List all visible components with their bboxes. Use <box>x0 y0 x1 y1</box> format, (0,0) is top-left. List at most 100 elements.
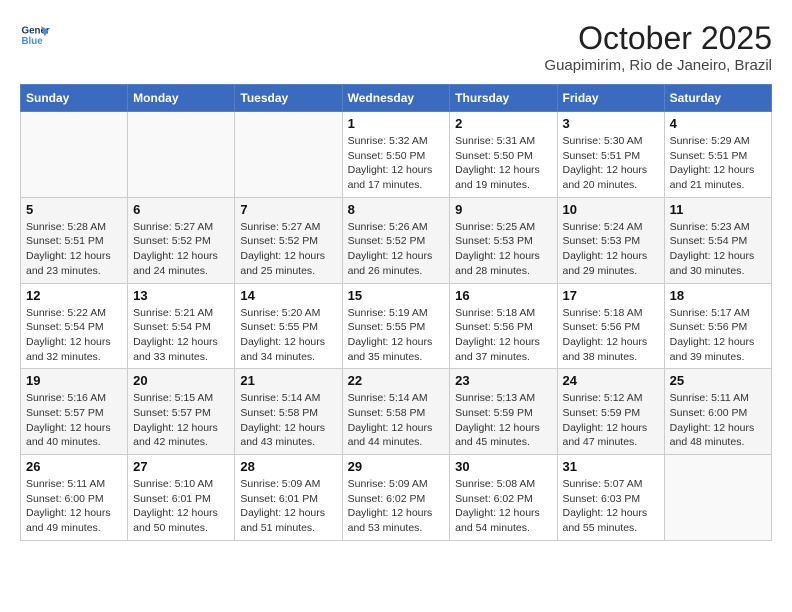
calendar-cell: 11 Sunrise: 5:23 AM Sunset: 5:54 PM Dayli… <box>664 197 771 283</box>
calendar-cell: 1Sunrise: 5:32 AM Sunset: 5:50 PM Daylig… <box>342 112 450 198</box>
day-info: Sunrise: 5:25 AM Sunset: 5:53 PM Dayligh… <box>455 220 551 279</box>
day-info: Sunrise: 5:31 AM Sunset: 5:50 PM Dayligh… <box>455 134 551 193</box>
calendar-week-row: 12 Sunrise: 5:22 AM Sunset: 5:54 PM Dayli… <box>21 283 772 369</box>
day-info: Sunrise: 5:23 AM Sunset: 5:54 PM Dayligh… <box>670 220 766 279</box>
day-info: Sunrise: 5:20 AM Sunset: 5:55 PM Dayligh… <box>240 306 336 365</box>
calendar-cell: 13 Sunrise: 5:21 AM Sunset: 5:54 PM Dayli… <box>128 283 235 369</box>
day-number: 5 <box>26 202 122 217</box>
calendar-cell: 20 Sunrise: 5:15 AM Sunset: 5:57 PM Dayli… <box>128 369 235 455</box>
day-number: 20 <box>133 373 229 388</box>
calendar-cell: 16 Sunrise: 5:18 AM Sunset: 5:56 PM Dayli… <box>450 283 557 369</box>
day-info: Sunrise: 5:13 AM Sunset: 5:59 PM Dayligh… <box>455 391 551 450</box>
day-number: 29 <box>348 459 445 474</box>
calendar-cell: 28Sunrise: 5:09 AM Sunset: 6:01 PM Dayli… <box>235 455 342 541</box>
weekday-header-thursday: Thursday <box>450 85 557 112</box>
day-number: 15 <box>348 288 445 303</box>
day-number: 14 <box>240 288 336 303</box>
day-number: 31 <box>563 459 659 474</box>
day-info: Sunrise: 5:22 AM Sunset: 5:54 PM Dayligh… <box>26 306 122 365</box>
day-info: Sunrise: 5:08 AM Sunset: 6:02 PM Dayligh… <box>455 477 551 536</box>
day-number: 24 <box>563 373 659 388</box>
day-info: Sunrise: 5:32 AM Sunset: 5:50 PM Dayligh… <box>348 134 445 193</box>
calendar-cell: 8 Sunrise: 5:26 AM Sunset: 5:52 PM Daylig… <box>342 197 450 283</box>
calendar-cell: 2 Sunrise: 5:31 AM Sunset: 5:50 PM Daylig… <box>450 112 557 198</box>
day-number: 16 <box>455 288 551 303</box>
day-info: Sunrise: 5:24 AM Sunset: 5:53 PM Dayligh… <box>563 220 659 279</box>
day-number: 4 <box>670 116 766 131</box>
calendar-cell: 31 Sunrise: 5:07 AM Sunset: 6:03 PM Dayli… <box>557 455 664 541</box>
day-number: 27 <box>133 459 229 474</box>
calendar-cell: 9 Sunrise: 5:25 AM Sunset: 5:53 PM Daylig… <box>450 197 557 283</box>
day-number: 22 <box>348 373 445 388</box>
day-number: 17 <box>563 288 659 303</box>
calendar-week-row: 1Sunrise: 5:32 AM Sunset: 5:50 PM Daylig… <box>21 112 772 198</box>
day-number: 30 <box>455 459 551 474</box>
day-number: 26 <box>26 459 122 474</box>
day-info: Sunrise: 5:12 AM Sunset: 5:59 PM Dayligh… <box>563 391 659 450</box>
calendar-week-row: 19 Sunrise: 5:16 AM Sunset: 5:57 PM Dayli… <box>21 369 772 455</box>
day-number: 6 <box>133 202 229 217</box>
svg-text:Blue: Blue <box>22 36 44 47</box>
day-info: Sunrise: 5:28 AM Sunset: 5:51 PM Dayligh… <box>26 220 122 279</box>
day-number: 8 <box>348 202 445 217</box>
calendar-cell: 3 Sunrise: 5:30 AM Sunset: 5:51 PM Daylig… <box>557 112 664 198</box>
location: Guapimirim, Rio de Janeiro, Brazil <box>544 57 772 74</box>
day-info: Sunrise: 5:14 AM Sunset: 5:58 PM Dayligh… <box>240 391 336 450</box>
day-number: 28 <box>240 459 336 474</box>
day-number: 9 <box>455 202 551 217</box>
day-number: 3 <box>563 116 659 131</box>
day-info: Sunrise: 5:10 AM Sunset: 6:01 PM Dayligh… <box>133 477 229 536</box>
day-number: 18 <box>670 288 766 303</box>
title-block: October 2025 Guapimirim, Rio de Janeiro,… <box>544 20 772 74</box>
month-title: October 2025 <box>544 20 772 57</box>
day-info: Sunrise: 5:16 AM Sunset: 5:57 PM Dayligh… <box>26 391 122 450</box>
day-info: Sunrise: 5:26 AM Sunset: 5:52 PM Dayligh… <box>348 220 445 279</box>
day-info: Sunrise: 5:11 AM Sunset: 6:00 PM Dayligh… <box>26 477 122 536</box>
calendar-cell: 22Sunrise: 5:14 AM Sunset: 5:58 PM Dayli… <box>342 369 450 455</box>
calendar-week-row: 26 Sunrise: 5:11 AM Sunset: 6:00 PM Dayli… <box>21 455 772 541</box>
day-number: 19 <box>26 373 122 388</box>
day-info: Sunrise: 5:11 AM Sunset: 6:00 PM Dayligh… <box>670 391 766 450</box>
day-info: Sunrise: 5:27 AM Sunset: 5:52 PM Dayligh… <box>133 220 229 279</box>
logo: General Blue <box>20 20 50 50</box>
calendar-cell: 25 Sunrise: 5:11 AM Sunset: 6:00 PM Dayli… <box>664 369 771 455</box>
calendar-cell <box>21 112 128 198</box>
weekday-header-tuesday: Tuesday <box>235 85 342 112</box>
day-number: 25 <box>670 373 766 388</box>
day-info: Sunrise: 5:15 AM Sunset: 5:57 PM Dayligh… <box>133 391 229 450</box>
calendar-cell: 5 Sunrise: 5:28 AM Sunset: 5:51 PM Daylig… <box>21 197 128 283</box>
calendar-cell: 27 Sunrise: 5:10 AM Sunset: 6:01 PM Dayli… <box>128 455 235 541</box>
page-header: General Blue October 2025 Guapimirim, Ri… <box>20 20 772 74</box>
weekday-header-sunday: Sunday <box>21 85 128 112</box>
calendar-cell <box>128 112 235 198</box>
calendar-cell: 18 Sunrise: 5:17 AM Sunset: 5:56 PM Dayli… <box>664 283 771 369</box>
day-info: Sunrise: 5:07 AM Sunset: 6:03 PM Dayligh… <box>563 477 659 536</box>
weekday-header-wednesday: Wednesday <box>342 85 450 112</box>
calendar-cell <box>664 455 771 541</box>
weekday-header-monday: Monday <box>128 85 235 112</box>
day-number: 11 <box>670 202 766 217</box>
day-number: 12 <box>26 288 122 303</box>
weekday-header-saturday: Saturday <box>664 85 771 112</box>
day-info: Sunrise: 5:17 AM Sunset: 5:56 PM Dayligh… <box>670 306 766 365</box>
calendar-cell: 4 Sunrise: 5:29 AM Sunset: 5:51 PM Daylig… <box>664 112 771 198</box>
calendar-cell: 15 Sunrise: 5:19 AM Sunset: 5:55 PM Dayli… <box>342 283 450 369</box>
logo-icon: General Blue <box>20 20 50 50</box>
calendar-table: SundayMondayTuesdayWednesdayThursdayFrid… <box>20 84 772 541</box>
calendar-cell: 26 Sunrise: 5:11 AM Sunset: 6:00 PM Dayli… <box>21 455 128 541</box>
weekday-header-row: SundayMondayTuesdayWednesdayThursdayFrid… <box>21 85 772 112</box>
day-info: Sunrise: 5:30 AM Sunset: 5:51 PM Dayligh… <box>563 134 659 193</box>
calendar-week-row: 5 Sunrise: 5:28 AM Sunset: 5:51 PM Daylig… <box>21 197 772 283</box>
day-info: Sunrise: 5:21 AM Sunset: 5:54 PM Dayligh… <box>133 306 229 365</box>
day-number: 13 <box>133 288 229 303</box>
day-number: 7 <box>240 202 336 217</box>
day-info: Sunrise: 5:18 AM Sunset: 5:56 PM Dayligh… <box>563 306 659 365</box>
day-info: Sunrise: 5:19 AM Sunset: 5:55 PM Dayligh… <box>348 306 445 365</box>
calendar-cell: 10Sunrise: 5:24 AM Sunset: 5:53 PM Dayli… <box>557 197 664 283</box>
day-info: Sunrise: 5:18 AM Sunset: 5:56 PM Dayligh… <box>455 306 551 365</box>
day-info: Sunrise: 5:29 AM Sunset: 5:51 PM Dayligh… <box>670 134 766 193</box>
day-info: Sunrise: 5:27 AM Sunset: 5:52 PM Dayligh… <box>240 220 336 279</box>
calendar-cell: 23Sunrise: 5:13 AM Sunset: 5:59 PM Dayli… <box>450 369 557 455</box>
day-number: 2 <box>455 116 551 131</box>
calendar-cell <box>235 112 342 198</box>
